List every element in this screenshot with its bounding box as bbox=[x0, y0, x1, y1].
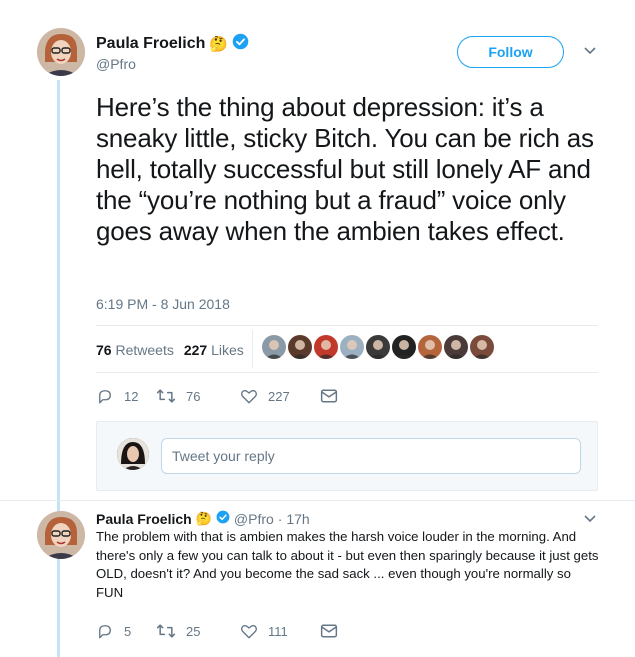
reply-icon bbox=[99, 390, 111, 404]
author-avatar[interactable] bbox=[37, 28, 85, 76]
tweet-stats: 76 Retweets 227 Likes bbox=[96, 342, 244, 358]
author-name-row[interactable]: Paula Froelich 🤔 bbox=[96, 33, 249, 55]
liker-avatar[interactable] bbox=[470, 335, 494, 359]
like-count: 227 bbox=[268, 388, 290, 404]
stats-separator bbox=[252, 330, 253, 368]
liker-avatar[interactable] bbox=[366, 335, 390, 359]
like-count: 111 bbox=[268, 623, 288, 639]
reply-action[interactable]: 5 bbox=[96, 622, 156, 640]
author-handle[interactable]: @Pfro bbox=[96, 56, 136, 72]
tweet-text: Here’s the thing about depression: it’s … bbox=[96, 92, 594, 246]
reply-time[interactable]: · 17h bbox=[278, 511, 310, 527]
envelope-icon bbox=[320, 389, 338, 403]
verified-icon bbox=[216, 510, 230, 527]
direct-message-action[interactable] bbox=[320, 623, 338, 639]
thinking-emoji: 🤔 bbox=[195, 510, 212, 526]
divider bbox=[96, 372, 598, 373]
reply-count: 12 bbox=[124, 388, 139, 404]
retweets-stat[interactable]: 76 Retweets bbox=[96, 342, 174, 358]
reply-text: The problem with that is ambien makes th… bbox=[96, 529, 599, 600]
reply-input[interactable]: Tweet your reply bbox=[161, 438, 581, 474]
follow-button[interactable]: Follow bbox=[457, 36, 564, 68]
liker-avatar[interactable] bbox=[418, 335, 442, 359]
reply-handle[interactable]: @Pfro bbox=[234, 511, 274, 527]
liker-avatar[interactable] bbox=[392, 335, 416, 359]
envelope-icon bbox=[320, 624, 338, 638]
thread-line bbox=[57, 80, 60, 657]
reply-author-name[interactable]: Paula Froelich bbox=[96, 511, 192, 527]
divider bbox=[96, 325, 598, 326]
retweet-count: 76 bbox=[186, 388, 201, 404]
thinking-emoji: 🤔 bbox=[209, 36, 229, 53]
retweet-count: 25 bbox=[186, 623, 201, 639]
reply-icon bbox=[99, 625, 111, 639]
direct-message-action[interactable] bbox=[320, 388, 338, 404]
user-avatar[interactable] bbox=[117, 438, 149, 470]
liker-avatar[interactable] bbox=[262, 335, 286, 359]
reply-action[interactable]: 12 bbox=[96, 387, 156, 405]
retweet-action[interactable]: 76 bbox=[156, 387, 240, 405]
chevron-down-icon[interactable] bbox=[583, 44, 597, 58]
heart-icon bbox=[241, 389, 257, 404]
like-action[interactable]: 227 bbox=[240, 387, 320, 405]
author-name[interactable]: Paula Froelich bbox=[96, 35, 205, 53]
reply-header: Paula Froelich 🤔 @Pfro · 17h bbox=[96, 510, 310, 527]
chevron-down-icon[interactable] bbox=[583, 512, 597, 526]
liker-avatars bbox=[262, 335, 494, 359]
reply-author-avatar[interactable] bbox=[37, 511, 85, 559]
verified-icon bbox=[232, 33, 249, 55]
divider bbox=[0, 500, 635, 501]
liker-avatar[interactable] bbox=[444, 335, 468, 359]
reply-composer: Tweet your reply bbox=[96, 421, 598, 491]
retweet-icon bbox=[156, 624, 176, 638]
liker-avatar[interactable] bbox=[314, 335, 338, 359]
liker-avatar[interactable] bbox=[340, 335, 364, 359]
like-action[interactable]: 111 bbox=[240, 622, 320, 640]
reply-actions: 5 25 111 bbox=[96, 622, 338, 640]
retweet-action[interactable]: 25 bbox=[156, 622, 240, 640]
reply-count: 5 bbox=[124, 623, 132, 639]
tweet-timestamp[interactable]: 6:19 PM - 8 Jun 2018 bbox=[96, 296, 230, 312]
heart-icon bbox=[241, 624, 257, 639]
likes-stat[interactable]: 227 Likes bbox=[184, 342, 244, 358]
tweet-actions: 12 76 227 bbox=[96, 387, 338, 405]
retweet-icon bbox=[156, 389, 176, 403]
liker-avatar[interactable] bbox=[288, 335, 312, 359]
